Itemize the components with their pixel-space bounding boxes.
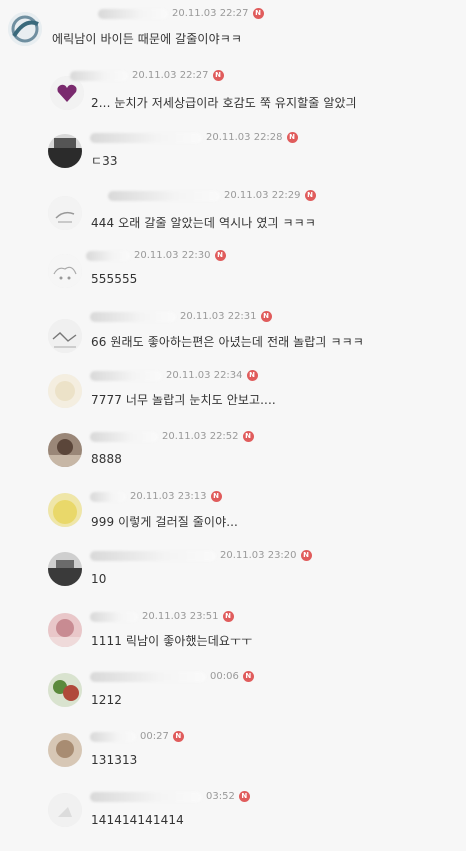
reply-item: 20.11.03 23:51 N 1111 릭남이 좋아했는데요ㅜㅜ xyxy=(0,611,466,671)
beige-avatar[interactable] xyxy=(48,374,82,408)
nickname-redacted xyxy=(70,70,128,81)
globe-avatar[interactable] xyxy=(8,12,42,46)
new-badge: N xyxy=(260,311,272,322)
nickname-redacted xyxy=(90,611,138,622)
comment-time: 20.11.03 22:34 xyxy=(166,370,243,381)
comment-meta: 20.11.03 23:51 N xyxy=(90,611,234,627)
comment-text: 555555 xyxy=(91,272,138,286)
nickname-redacted xyxy=(86,250,130,261)
reply-item: 20.11.03 22:27 N 2... 눈치가 저세상급이라 호감도 쭉 유지… xyxy=(0,70,466,130)
new-badge: N xyxy=(304,190,316,201)
reply-item: 20.11.03 22:52 N 8888 xyxy=(0,431,466,491)
comment-time: 20.11.03 23:13 xyxy=(130,491,207,502)
comment-text: ㄷ33 xyxy=(91,154,118,168)
comment-item: 20.11.03 22:27 N 에릭남이 바이든 때문에 갈줄이야ㅋㅋ xyxy=(0,8,466,68)
comment-time: 00:06 xyxy=(210,671,239,682)
comment-meta: 00:06 N xyxy=(90,671,254,687)
reply-item: 20.11.03 22:34 N 7777 너무 놀랍긔 눈치도 안보고.... xyxy=(0,370,466,430)
reply-item: 00:27 N 131313 xyxy=(0,731,466,791)
nickname-redacted xyxy=(90,491,126,502)
comment-text: 10 xyxy=(91,572,107,586)
comment-meta: 20.11.03 22:29 N xyxy=(108,190,316,206)
comment-time: 20.11.03 22:30 xyxy=(134,250,211,261)
comment-meta: 20.11.03 22:28 N xyxy=(90,132,298,148)
new-badge: N xyxy=(172,731,184,742)
cloud-avatar[interactable] xyxy=(48,254,82,288)
comment-meta: 20.11.03 23:13 N xyxy=(90,491,222,507)
comment-meta: 20.11.03 23:20 N xyxy=(90,550,312,566)
nickname-redacted xyxy=(98,8,168,19)
comment-text: 1111 릭남이 좋아했는데요ㅜㅜ xyxy=(91,634,253,648)
nickname-redacted xyxy=(90,431,158,442)
nickname-redacted xyxy=(90,132,202,143)
car-avatar[interactable] xyxy=(48,552,82,586)
new-badge: N xyxy=(242,431,254,442)
comment-meta: 20.11.03 22:27 N xyxy=(98,8,264,24)
new-badge: N xyxy=(214,250,226,261)
comment-text: 999 이렇게 걸러질 줄이야... xyxy=(91,515,238,529)
comment-text: 444 오래 갈줄 알았는데 역시나 였긔 ㅋㅋㅋ xyxy=(91,216,316,230)
comment-meta: 00:27 N xyxy=(90,731,184,747)
nickname-redacted xyxy=(108,190,220,201)
comment-time: 20.11.03 22:27 xyxy=(172,8,249,19)
comment-meta: 20.11.03 22:52 N xyxy=(90,431,254,447)
new-badge: N xyxy=(210,491,222,502)
comment-time: 20.11.03 22:31 xyxy=(180,311,257,322)
nickname-redacted xyxy=(90,731,136,742)
photo-avatar[interactable] xyxy=(48,433,82,467)
comment-time: 20.11.03 22:28 xyxy=(206,132,283,143)
comment-text: 2... 눈치가 저세상급이라 호감도 쭉 유지할줄 알았긔 xyxy=(91,96,357,110)
comment-meta: 20.11.03 22:31 N xyxy=(90,311,272,327)
reply-item: 03:52 N 141414141414 xyxy=(0,791,466,851)
comment-text: 141414141414 xyxy=(91,813,184,827)
reply-item: 20.11.03 22:31 N 66 원래도 좋아하는편은 아녔는데 전래 놀랍… xyxy=(0,311,466,371)
sketch-avatar[interactable] xyxy=(48,196,82,230)
nickname-redacted xyxy=(90,370,162,381)
new-badge: N xyxy=(286,132,298,143)
new-badge: N xyxy=(246,370,258,381)
comment-time: 20.11.03 22:27 xyxy=(132,70,209,81)
comment-time: 20.11.03 23:20 xyxy=(220,550,297,561)
nickname-redacted xyxy=(90,671,206,682)
reply-item: 20.11.03 22:28 N ㄷ33 xyxy=(0,132,466,192)
nickname-redacted xyxy=(90,311,176,322)
new-badge: N xyxy=(242,671,254,682)
reply-item: 20.11.03 23:20 N 10 xyxy=(0,550,466,610)
pink-avatar[interactable] xyxy=(48,613,82,647)
comment-time: 20.11.03 22:29 xyxy=(224,190,301,201)
comment-text: 7777 너무 놀랍긔 눈치도 안보고.... xyxy=(91,393,276,407)
new-badge: N xyxy=(238,791,250,802)
comment-time: 20.11.03 23:51 xyxy=(142,611,219,622)
sketch-avatar[interactable] xyxy=(48,319,82,353)
dark-avatar[interactable] xyxy=(48,134,82,168)
reply-item: 00:06 N 1212 xyxy=(0,671,466,731)
comment-meta: 20.11.03 22:27 N xyxy=(70,70,224,86)
new-badge: N xyxy=(252,8,264,19)
comment-time: 03:52 xyxy=(206,791,235,802)
comment-text: 8888 xyxy=(91,452,122,466)
comment-time: 20.11.03 22:52 xyxy=(162,431,239,442)
comment-text: 1212 xyxy=(91,693,122,707)
new-badge: N xyxy=(212,70,224,81)
comment-meta: 20.11.03 22:34 N xyxy=(90,370,258,386)
white-avatar[interactable] xyxy=(48,793,82,827)
comment-meta: 03:52 N xyxy=(90,791,250,807)
nickname-redacted xyxy=(90,791,202,802)
nickname-redacted xyxy=(90,550,216,561)
reply-item: 20.11.03 22:29 N 444 오래 갈줄 알았는데 역시나 였긔 ㅋㅋ… xyxy=(0,190,466,250)
reply-item: 20.11.03 23:13 N 999 이렇게 걸러질 줄이야... xyxy=(0,491,466,551)
reply-item: 20.11.03 22:30 N 555555 xyxy=(0,250,466,310)
comment-meta: 20.11.03 22:30 N xyxy=(86,250,226,266)
new-badge: N xyxy=(222,611,234,622)
new-badge: N xyxy=(300,550,312,561)
yellow-avatar[interactable] xyxy=(48,493,82,527)
comment-text: 131313 xyxy=(91,753,138,767)
comment-text: 에릭남이 바이든 때문에 갈줄이야ㅋㅋ xyxy=(52,32,242,46)
comment-time: 00:27 xyxy=(140,731,169,742)
tan-avatar[interactable] xyxy=(48,733,82,767)
plant-avatar[interactable] xyxy=(48,673,82,707)
comment-text: 66 원래도 좋아하는편은 아녔는데 전래 놀랍긔 ㅋㅋㅋ xyxy=(91,335,364,349)
